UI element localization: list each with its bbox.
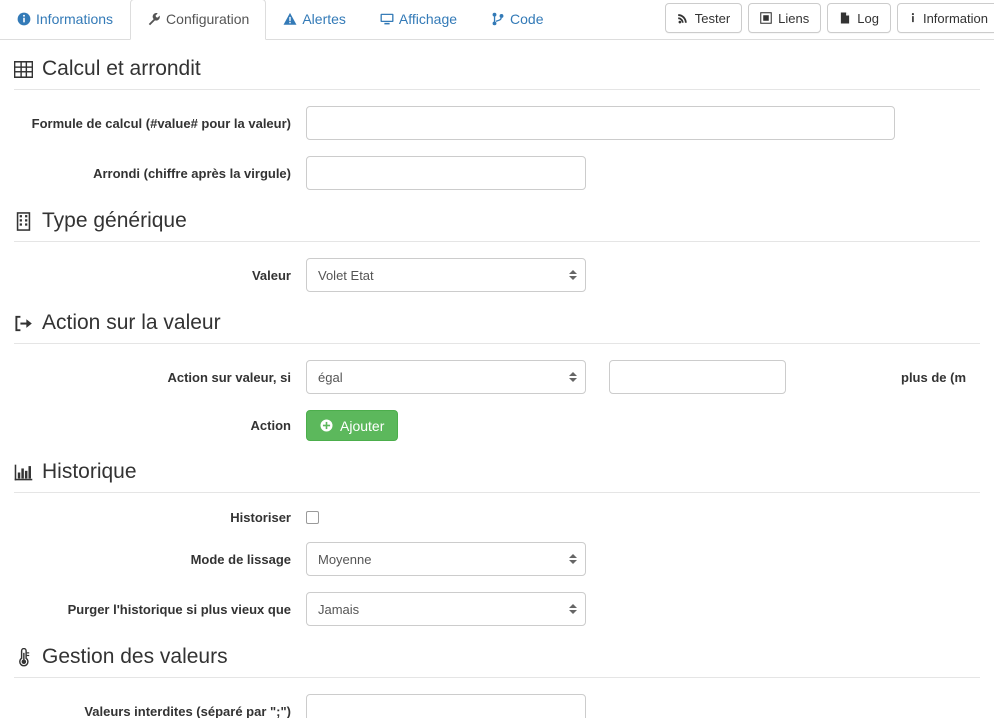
formule-de-calcul-input[interactable] bbox=[306, 106, 895, 140]
historiser-label: Historiser bbox=[230, 510, 291, 525]
select-arrows-icon bbox=[569, 270, 577, 280]
section-calcul-title: Calcul et arrondit bbox=[14, 56, 980, 90]
toolbar-buttons: Tester Liens Log Information bbox=[664, 3, 994, 33]
file-document-icon bbox=[839, 12, 851, 24]
row-valeurs-interdites: Valeurs interdites (séparé par ";") bbox=[14, 694, 980, 718]
section-action-title-text: Action sur la valeur bbox=[42, 311, 221, 334]
desktop-icon bbox=[380, 12, 394, 26]
tab-code-label: Code bbox=[510, 11, 544, 27]
mode-de-lissage-select-value: Moyenne bbox=[318, 551, 372, 567]
valeurs-interdites-label: Valeurs interdites (séparé par ";") bbox=[84, 703, 291, 718]
row-action: Action Ajouter bbox=[14, 410, 980, 441]
mode-de-lissage-select[interactable]: Moyenne bbox=[306, 542, 586, 576]
arrondi-label: Arrondi (chiffre après la virgule) bbox=[93, 165, 291, 181]
select-arrows-icon bbox=[569, 554, 577, 564]
information-button[interactable]: Information bbox=[896, 3, 994, 33]
purger-historique-select[interactable]: Jamais bbox=[306, 592, 586, 626]
valeur-select[interactable]: Volet Etat bbox=[306, 258, 586, 292]
purger-historique-label: Purger l'historique si plus vieux que bbox=[67, 601, 291, 617]
section-calcul-et-arrondit: Calcul et arrondit Formule de calcul (#v… bbox=[14, 56, 980, 190]
ajouter-button[interactable]: Ajouter bbox=[306, 410, 399, 441]
plus-circle-icon bbox=[320, 419, 333, 432]
section-type-generique-title-text: Type générique bbox=[42, 209, 187, 232]
tab-code[interactable]: Code bbox=[474, 0, 560, 40]
rss-signal-icon bbox=[677, 12, 689, 24]
row-action-sur-valeur-si: Action sur valeur, si égal plus de (m bbox=[14, 360, 980, 394]
section-gestion-des-valeurs: Gestion des valeurs Valeurs interdites (… bbox=[14, 644, 980, 718]
historiser-checkbox[interactable] bbox=[306, 511, 319, 524]
wrench-icon bbox=[147, 12, 161, 26]
liens-button-label: Liens bbox=[778, 10, 810, 26]
section-calcul-title-text: Calcul et arrondit bbox=[42, 57, 201, 80]
configuration-form: Calcul et arrondit Formule de calcul (#v… bbox=[0, 56, 994, 718]
code-branch-icon bbox=[491, 12, 505, 26]
information-button-label: Information bbox=[922, 10, 988, 26]
tab-affichage-label: Affichage bbox=[398, 11, 458, 27]
sign-out-arrow-icon bbox=[14, 314, 33, 333]
row-mode-de-lissage: Mode de lissage Moyenne bbox=[14, 542, 980, 576]
action-condition-value-input[interactable] bbox=[609, 360, 786, 394]
info-circle-icon bbox=[17, 12, 31, 26]
section-historique-title-text: Historique bbox=[42, 460, 137, 483]
building-icon bbox=[14, 211, 33, 231]
tester-button[interactable]: Tester bbox=[664, 3, 743, 33]
action-condition-select-value: égal bbox=[318, 369, 343, 385]
mode-de-lissage-label: Mode de lissage bbox=[190, 551, 291, 567]
configuration-page: Informations Configuration Alertes Affic… bbox=[0, 0, 994, 718]
valeur-label: Valeur bbox=[251, 267, 291, 283]
row-formule-de-calcul: Formule de calcul (#value# pour la valeu… bbox=[14, 106, 980, 140]
action-condition-label: Action sur valeur, si bbox=[167, 369, 291, 385]
section-action-sur-la-valeur: Action sur la valeur Action sur valeur, … bbox=[14, 310, 980, 441]
table-grid-icon bbox=[14, 60, 33, 79]
purger-historique-select-value: Jamais bbox=[318, 601, 360, 617]
tab-alertes-label: Alertes bbox=[302, 11, 346, 27]
tab-configuration-label: Configuration bbox=[166, 11, 250, 27]
tab-bar: Informations Configuration Alertes Affic… bbox=[0, 0, 994, 40]
link-frame-icon bbox=[760, 12, 772, 24]
action-label: Action bbox=[250, 418, 291, 433]
section-historique-title: Historique bbox=[14, 459, 980, 493]
log-button-label: Log bbox=[857, 10, 879, 26]
row-purger-historique: Purger l'historique si plus vieux que Ja… bbox=[14, 592, 980, 626]
bar-chart-icon bbox=[14, 463, 33, 482]
select-arrows-icon bbox=[569, 372, 577, 382]
tab-list: Informations Configuration Alertes Affic… bbox=[0, 0, 561, 40]
section-historique: Historique Historiser Mode de lissage Mo… bbox=[14, 459, 980, 626]
row-arrondi: Arrondi (chiffre après la virgule) bbox=[14, 156, 980, 190]
tab-informations[interactable]: Informations bbox=[0, 0, 130, 40]
valeur-select-value: Volet Etat bbox=[318, 267, 374, 283]
liens-button[interactable]: Liens bbox=[748, 3, 822, 33]
tab-informations-label: Informations bbox=[36, 11, 114, 27]
row-valeur: Valeur Volet Etat bbox=[14, 258, 980, 292]
action-plus-de-label: plus de (m bbox=[901, 369, 967, 385]
action-condition-select[interactable]: égal bbox=[306, 360, 586, 394]
section-type-generique: Type générique Valeur Volet Etat bbox=[14, 208, 980, 292]
section-gestion-title: Gestion des valeurs bbox=[14, 644, 980, 678]
log-button[interactable]: Log bbox=[827, 3, 891, 33]
arrondi-input[interactable] bbox=[306, 156, 586, 190]
info-letter-icon bbox=[909, 12, 917, 24]
warning-triangle-icon bbox=[283, 12, 297, 26]
tab-configuration[interactable]: Configuration bbox=[130, 0, 267, 40]
valeurs-interdites-input[interactable] bbox=[306, 694, 586, 718]
formule-de-calcul-label: Formule de calcul (#value# pour la valeu… bbox=[31, 115, 291, 131]
ajouter-button-label: Ajouter bbox=[340, 417, 385, 434]
section-action-title: Action sur la valeur bbox=[14, 310, 980, 344]
select-arrows-icon bbox=[569, 604, 577, 614]
section-gestion-title-text: Gestion des valeurs bbox=[42, 645, 228, 668]
section-type-generique-title: Type générique bbox=[14, 208, 980, 242]
tester-button-label: Tester bbox=[694, 10, 731, 26]
row-historiser: Historiser bbox=[14, 509, 980, 526]
tab-alertes[interactable]: Alertes bbox=[266, 0, 363, 40]
tab-affichage[interactable]: Affichage bbox=[363, 0, 474, 40]
thermometer-icon bbox=[14, 647, 33, 667]
